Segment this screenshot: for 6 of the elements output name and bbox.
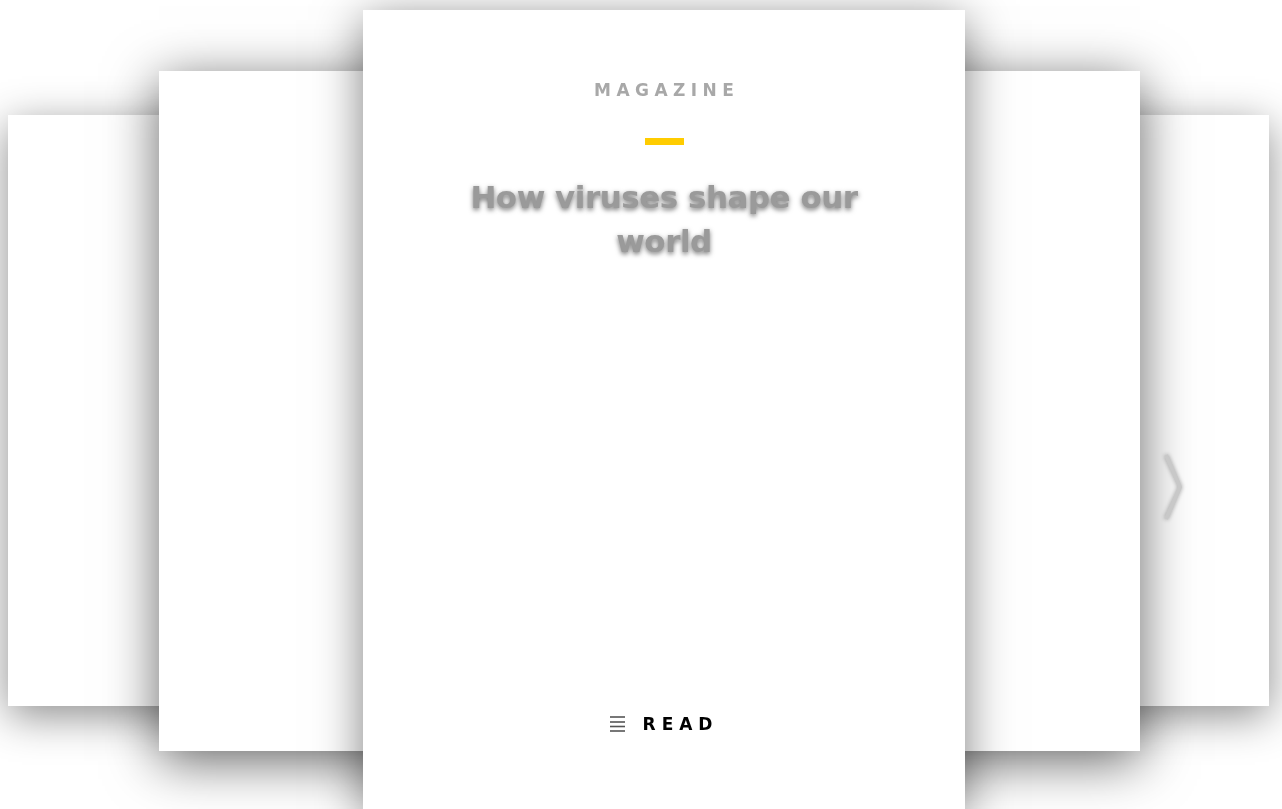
menu-icon <box>609 716 625 733</box>
category-label: MAGAZINE <box>594 79 740 102</box>
chevron-right-icon[interactable] <box>1162 452 1184 522</box>
accent-bar <box>644 137 684 145</box>
read-button[interactable]: READ <box>609 711 719 737</box>
article-title: How viruses shape our world <box>469 177 859 261</box>
